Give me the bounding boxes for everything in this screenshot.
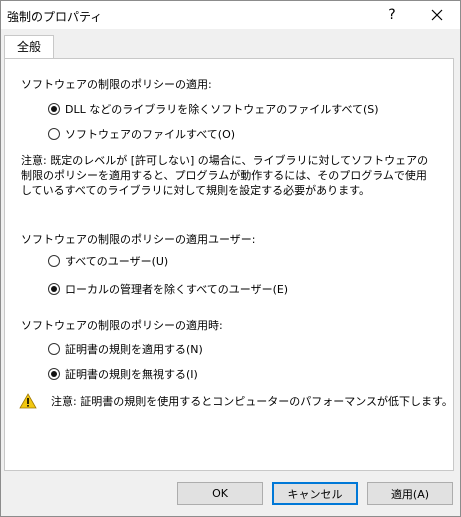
radio-all-except-libraries[interactable]: DLL などのライブラリを除くソフトウェアのファイルすべて(S) [48,101,379,117]
apply-button[interactable]: 適用(A) [367,482,453,505]
radio-all-users-except-admins[interactable]: ローカルの管理者を除くすべてのユーザー(E) [48,281,288,297]
tab-strip: 全般 [4,35,457,59]
library-note: 注意: 既定のレベルが [許可しない] の場合に、ライブラリに対してソフトウェア… [21,154,429,197]
apply-users-heading: ソフトウェアの制限のポリシーの適用ユーザー: [21,233,256,246]
close-icon [431,9,443,21]
radio-ignore-certificate-rules[interactable]: 証明書の規則を無視する(I) [48,366,198,382]
apply-scope-heading: ソフトウェアの制限のポリシーの適用: [21,78,212,91]
ok-button[interactable]: OK [177,482,263,505]
help-button[interactable]: ? [372,1,412,29]
apply-when-heading: ソフトウェアの制限のポリシーの適用時: [21,319,223,332]
radio-enforce-certificate-rules-label: 証明書の規則を適用する(N) [65,343,203,356]
window-title: 強制のプロパティ [7,10,103,24]
radio-indicator-checked[interactable] [48,368,60,380]
tab-general-label: 全般 [16,40,41,54]
properties-dialog: 強制のプロパティ ? 全般 ソフトウェアの制限のポリシーの適用: DLL などの… [0,0,461,517]
radio-all-users[interactable]: すべてのユーザー(U) [48,253,168,269]
help-icon: ? [388,7,396,23]
radio-all-users-except-admins-label: ローカルの管理者を除くすべてのユーザー(E) [65,283,289,296]
warning-icon [19,393,37,409]
general-panel: ソフトウェアの制限のポリシーの適用: DLL などのライブラリを除くソフトウェア… [4,58,454,471]
cancel-button[interactable]: キャンセル [272,482,358,505]
radio-indicator-checked[interactable] [48,283,60,295]
radio-indicator[interactable] [48,343,60,355]
title-bar: 強制のプロパティ ? [1,1,460,29]
radio-indicator-checked[interactable] [48,103,60,115]
tab-general[interactable]: 全般 [4,35,54,59]
radio-indicator[interactable] [48,255,60,267]
performance-warning-text: 注意: 証明書の規則を使用するとコンピューターのパフォーマンスが低下します。 [51,395,453,408]
radio-all-users-label: すべてのユーザー(U) [65,255,169,268]
radio-enforce-certificate-rules[interactable]: 証明書の規則を適用する(N) [48,341,203,357]
radio-all-except-libraries-label: DLL などのライブラリを除くソフトウェアのファイルすべて(S) [65,103,379,116]
radio-ignore-certificate-rules-label: 証明書の規則を無視する(I) [65,368,198,381]
radio-all-software-files-label: ソフトウェアのファイルすべて(O) [65,128,236,141]
radio-indicator[interactable] [48,128,60,140]
close-button[interactable] [417,1,457,29]
performance-warning: 注意: 証明書の規則を使用するとコンピューターのパフォーマンスが低下します。 [19,393,453,409]
radio-all-software-files[interactable]: ソフトウェアのファイルすべて(O) [48,126,235,142]
